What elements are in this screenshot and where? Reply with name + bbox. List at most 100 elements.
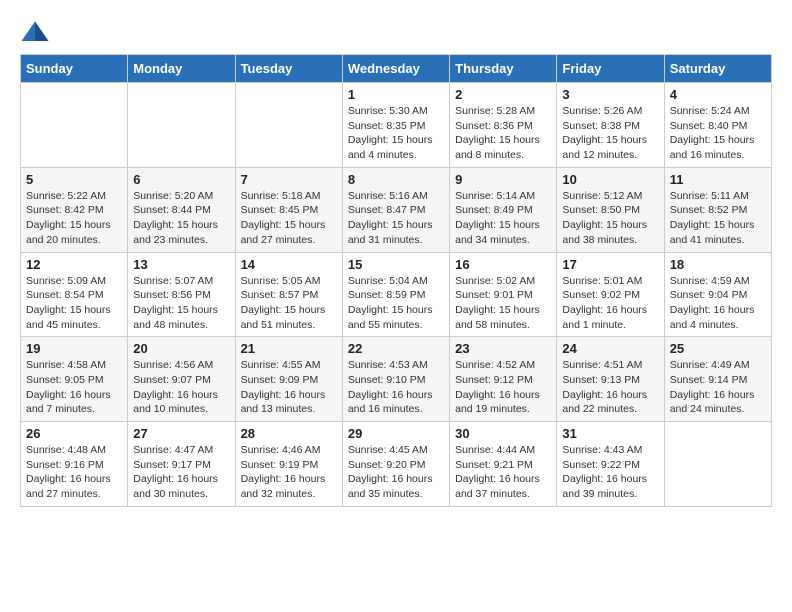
day-number: 4 (670, 87, 766, 102)
calendar-day-cell: 7 Sunrise: 5:18 AM Sunset: 8:45 PM Daylig… (235, 167, 342, 252)
calendar-day-cell: 6 Sunrise: 5:20 AM Sunset: 8:44 PM Daylig… (128, 167, 235, 252)
calendar-day-cell: 5 Sunrise: 5:22 AM Sunset: 8:42 PM Daylig… (21, 167, 128, 252)
day-number: 28 (241, 426, 337, 441)
day-number: 22 (348, 341, 444, 356)
day-info: Sunrise: 5:20 AM Sunset: 8:44 PM Dayligh… (133, 189, 229, 248)
day-info: Sunrise: 4:56 AM Sunset: 9:07 PM Dayligh… (133, 358, 229, 417)
day-number: 7 (241, 172, 337, 187)
calendar-day-cell: 25Sunrise: 4:49 AM Sunset: 9:14 PM Dayli… (664, 337, 771, 422)
calendar-day-cell: 30 Sunrise: 4:44 AM Sunset: 9:21 PM Dayli… (450, 422, 557, 507)
day-info: Sunrise: 5:22 AM Sunset: 8:42 PM Dayligh… (26, 189, 122, 248)
day-of-week-header: Thursday (450, 55, 557, 83)
calendar-day-cell: 14Sunrise: 5:05 AM Sunset: 8:57 PM Dayli… (235, 252, 342, 337)
day-info: Sunrise: 5:18 AM Sunset: 8:45 PM Dayligh… (241, 189, 337, 248)
calendar-day-cell: 17Sunrise: 5:01 AM Sunset: 9:02 PM Dayli… (557, 252, 664, 337)
day-number: 20 (133, 341, 229, 356)
day-number: 12 (26, 257, 122, 272)
calendar-day-cell: 26Sunrise: 4:48 AM Sunset: 9:16 PM Dayli… (21, 422, 128, 507)
calendar-day-cell: 20 Sunrise: 4:56 AM Sunset: 9:07 PM Dayli… (128, 337, 235, 422)
day-info: Sunrise: 4:58 AM Sunset: 9:05 PM Dayligh… (26, 358, 122, 417)
day-number: 13 (133, 257, 229, 272)
calendar-day-cell (664, 422, 771, 507)
day-number: 21 (241, 341, 337, 356)
day-number: 5 (26, 172, 122, 187)
day-number: 2 (455, 87, 551, 102)
calendar-day-cell: 12 Sunrise: 5:09 AM Sunset: 8:54 PM Dayli… (21, 252, 128, 337)
day-of-week-header: Sunday (21, 55, 128, 83)
day-number: 6 (133, 172, 229, 187)
day-info: Sunrise: 5:12 AM Sunset: 8:50 PM Dayligh… (562, 189, 658, 248)
day-info: Sunrise: 4:43 AM Sunset: 9:22 PM Dayligh… (562, 443, 658, 502)
day-info: Sunrise: 5:28 AM Sunset: 8:36 PM Dayligh… (455, 104, 551, 163)
day-info: Sunrise: 5:30 AM Sunset: 8:35 PM Dayligh… (348, 104, 444, 163)
day-number: 9 (455, 172, 551, 187)
day-number: 30 (455, 426, 551, 441)
day-number: 31 (562, 426, 658, 441)
day-info: Sunrise: 5:16 AM Sunset: 8:47 PM Dayligh… (348, 189, 444, 248)
day-info: Sunrise: 4:48 AM Sunset: 9:16 PM Dayligh… (26, 443, 122, 502)
day-info: Sunrise: 4:51 AM Sunset: 9:13 PM Dayligh… (562, 358, 658, 417)
calendar-day-cell: 28 Sunrise: 4:46 AM Sunset: 9:19 PM Dayli… (235, 422, 342, 507)
day-number: 14 (241, 257, 337, 272)
day-info: Sunrise: 5:04 AM Sunset: 8:59 PM Dayligh… (348, 274, 444, 333)
calendar-day-cell: 8Sunrise: 5:16 AM Sunset: 8:47 PM Daylig… (342, 167, 449, 252)
day-info: Sunrise: 4:45 AM Sunset: 9:20 PM Dayligh… (348, 443, 444, 502)
calendar-day-cell: 10 Sunrise: 5:12 AM Sunset: 8:50 PM Dayli… (557, 167, 664, 252)
day-of-week-header: Saturday (664, 55, 771, 83)
calendar-day-cell: 19 Sunrise: 4:58 AM Sunset: 9:05 PM Dayli… (21, 337, 128, 422)
calendar-day-cell: 22 Sunrise: 4:53 AM Sunset: 9:10 PM Dayli… (342, 337, 449, 422)
logo-icon (20, 20, 50, 44)
calendar-day-cell: 4Sunrise: 5:24 AM Sunset: 8:40 PM Daylig… (664, 83, 771, 168)
day-number: 23 (455, 341, 551, 356)
calendar-week-row: 1Sunrise: 5:30 AM Sunset: 8:35 PM Daylig… (21, 83, 772, 168)
calendar-day-cell: 24 Sunrise: 4:51 AM Sunset: 9:13 PM Dayli… (557, 337, 664, 422)
calendar-day-cell: 11Sunrise: 5:11 AM Sunset: 8:52 PM Dayli… (664, 167, 771, 252)
day-info: Sunrise: 4:55 AM Sunset: 9:09 PM Dayligh… (241, 358, 337, 417)
day-info: Sunrise: 4:47 AM Sunset: 9:17 PM Dayligh… (133, 443, 229, 502)
day-number: 18 (670, 257, 766, 272)
day-number: 10 (562, 172, 658, 187)
calendar-day-cell: 3 Sunrise: 5:26 AM Sunset: 8:38 PM Daylig… (557, 83, 664, 168)
day-info: Sunrise: 4:49 AM Sunset: 9:14 PM Dayligh… (670, 358, 766, 417)
day-number: 19 (26, 341, 122, 356)
day-info: Sunrise: 5:09 AM Sunset: 8:54 PM Dayligh… (26, 274, 122, 333)
calendar-week-row: 12 Sunrise: 5:09 AM Sunset: 8:54 PM Dayli… (21, 252, 772, 337)
calendar-day-cell: 23 Sunrise: 4:52 AM Sunset: 9:12 PM Dayli… (450, 337, 557, 422)
calendar-header-row: SundayMondayTuesdayWednesdayThursdayFrid… (21, 55, 772, 83)
day-info: Sunrise: 5:02 AM Sunset: 9:01 PM Dayligh… (455, 274, 551, 333)
calendar-day-cell: 9 Sunrise: 5:14 AM Sunset: 8:49 PM Daylig… (450, 167, 557, 252)
page-header (20, 20, 772, 44)
day-info: Sunrise: 4:59 AM Sunset: 9:04 PM Dayligh… (670, 274, 766, 333)
calendar-day-cell: 18 Sunrise: 4:59 AM Sunset: 9:04 PM Dayli… (664, 252, 771, 337)
calendar-day-cell: 21 Sunrise: 4:55 AM Sunset: 9:09 PM Dayli… (235, 337, 342, 422)
day-info: Sunrise: 4:46 AM Sunset: 9:19 PM Dayligh… (241, 443, 337, 502)
day-of-week-header: Friday (557, 55, 664, 83)
calendar-day-cell: 1Sunrise: 5:30 AM Sunset: 8:35 PM Daylig… (342, 83, 449, 168)
calendar-day-cell: 16 Sunrise: 5:02 AM Sunset: 9:01 PM Dayli… (450, 252, 557, 337)
day-number: 24 (562, 341, 658, 356)
day-info: Sunrise: 5:14 AM Sunset: 8:49 PM Dayligh… (455, 189, 551, 248)
day-info: Sunrise: 4:52 AM Sunset: 9:12 PM Dayligh… (455, 358, 551, 417)
day-info: Sunrise: 4:44 AM Sunset: 9:21 PM Dayligh… (455, 443, 551, 502)
calendar-week-row: 26Sunrise: 4:48 AM Sunset: 9:16 PM Dayli… (21, 422, 772, 507)
day-info: Sunrise: 4:53 AM Sunset: 9:10 PM Dayligh… (348, 358, 444, 417)
day-info: Sunrise: 5:26 AM Sunset: 8:38 PM Dayligh… (562, 104, 658, 163)
calendar-day-cell: 31 Sunrise: 4:43 AM Sunset: 9:22 PM Dayli… (557, 422, 664, 507)
day-info: Sunrise: 5:07 AM Sunset: 8:56 PM Dayligh… (133, 274, 229, 333)
calendar-day-cell: 27 Sunrise: 4:47 AM Sunset: 9:17 PM Dayli… (128, 422, 235, 507)
calendar-day-cell: 2 Sunrise: 5:28 AM Sunset: 8:36 PM Daylig… (450, 83, 557, 168)
calendar-day-cell (128, 83, 235, 168)
day-number: 17 (562, 257, 658, 272)
day-number: 15 (348, 257, 444, 272)
calendar-day-cell (235, 83, 342, 168)
day-of-week-header: Tuesday (235, 55, 342, 83)
day-of-week-header: Wednesday (342, 55, 449, 83)
calendar-week-row: 19 Sunrise: 4:58 AM Sunset: 9:05 PM Dayli… (21, 337, 772, 422)
calendar-week-row: 5 Sunrise: 5:22 AM Sunset: 8:42 PM Daylig… (21, 167, 772, 252)
day-number: 27 (133, 426, 229, 441)
day-number: 16 (455, 257, 551, 272)
calendar-table: SundayMondayTuesdayWednesdayThursdayFrid… (20, 54, 772, 507)
logo (20, 20, 54, 44)
day-number: 3 (562, 87, 658, 102)
day-info: Sunrise: 5:11 AM Sunset: 8:52 PM Dayligh… (670, 189, 766, 248)
